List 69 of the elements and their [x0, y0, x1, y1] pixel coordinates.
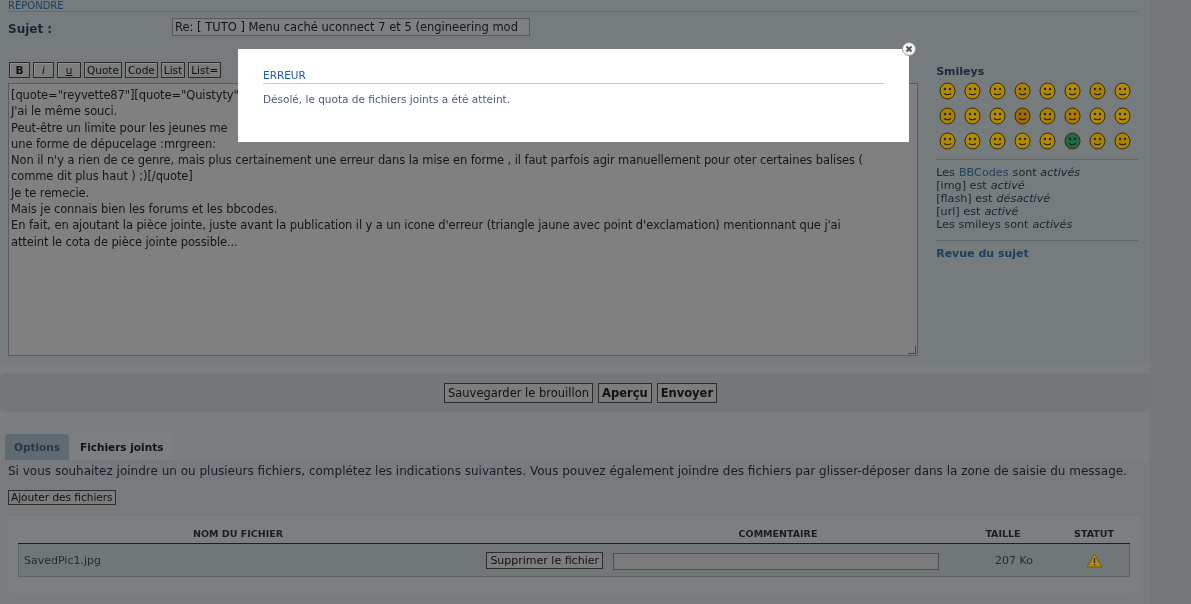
- info-text: [flash] est désactivé: [936, 192, 1052, 205]
- resize-grip-icon[interactable]: [908, 346, 917, 354]
- format-button[interactable]: B: [9, 62, 30, 78]
- dialog-message: Désolé, le quota de fichiers joints a été atteint.: [263, 93, 511, 105]
- message-line: Non il n'y a rien de ce genre, mais plus certainement une erreur dans la mise en forme , il faut parfois agir manuellement pour oter certaines balises (: [11, 152, 863, 169]
- info-text: sont activés: [1012, 166, 1081, 179]
- delete-file-button[interactable]: Supprimer le fichier: [486, 551, 603, 569]
- topic-review-link[interactable]: Revue du sujet: [936, 247, 1138, 260]
- format-button[interactable]: List: [160, 62, 186, 78]
- add-files-button[interactable]: Ajouter des fichiers: [8, 490, 116, 505]
- format-button[interactable]: Code: [124, 62, 158, 78]
- message-line: J'ai le même souci.: [11, 103, 118, 120]
- message-line: Peut-être un limite pour les jeunes me: [11, 119, 228, 136]
- format-button[interactable]: List=: [188, 62, 222, 78]
- format-button[interactable]: Quote: [84, 62, 122, 78]
- smiley-icon[interactable]: [1089, 132, 1107, 150]
- message-line: Mais je connais bien les forums et les bbcodes.: [11, 201, 278, 218]
- smiley-icon[interactable]: [939, 132, 957, 150]
- smiley-icon[interactable]: [939, 82, 957, 100]
- column-header: COMMENTAIRE: [737, 528, 819, 539]
- column-header: TAILLE: [984, 528, 1022, 539]
- smiley-icon[interactable]: [1114, 132, 1132, 150]
- smiley-icon[interactable]: [1114, 107, 1132, 125]
- format-button[interactable]: i: [33, 62, 54, 78]
- smileys-heading: Smileys: [936, 65, 986, 78]
- action-button[interactable]: Aperçu: [598, 382, 652, 403]
- subject-label: Sujet :: [8, 22, 54, 36]
- smiley-icon[interactable]: [939, 107, 957, 125]
- message-line: comme dit plus haut ) ;)[/quote]: [11, 168, 193, 185]
- smiley-icon[interactable]: [1114, 82, 1132, 100]
- info-text: Les: [936, 166, 955, 179]
- attachments-intro: Si vous souhaitez joindre un ou plusieurs fichiers, complétez les indications suivantes. Vous pouvez également joindre des fichiers par glisser-déposer dans la zone de saisie du message.: [8, 464, 1128, 478]
- smiley-icon[interactable]: [964, 107, 982, 125]
- message-line: atteint le cota de pièce jointe possible...: [11, 233, 238, 250]
- dialog-title: ERREUR: [263, 69, 884, 84]
- section-title: RÉPONDRE: [8, 0, 64, 12]
- smiley-icon[interactable]: [1064, 82, 1082, 100]
- file-name: SavedPic1.jpg: [23, 553, 102, 567]
- smiley-icon[interactable]: [1039, 107, 1057, 125]
- smiley-icon[interactable]: [1089, 107, 1107, 125]
- info-text: [url] est activé: [936, 205, 1020, 218]
- column-header: NOM DU FICHIER: [192, 528, 284, 539]
- smiley-icon[interactable]: [1039, 82, 1057, 100]
- smiley-icon[interactable]: [989, 82, 1007, 100]
- smiley-icon[interactable]: [964, 132, 982, 150]
- file-size: 207 Ko: [994, 553, 1034, 567]
- smiley-icon[interactable]: [1014, 107, 1032, 125]
- smiley-icon[interactable]: [1014, 82, 1032, 100]
- column-header: STATUT: [1073, 528, 1115, 539]
- message-line: une forme de dépucelage :mrgreen:: [11, 135, 216, 153]
- comment-field[interactable]: [613, 552, 939, 570]
- action-button[interactable]: Envoyer: [656, 382, 718, 403]
- smiley-icon[interactable]: [1064, 132, 1082, 150]
- info-text: [img] est activé: [936, 179, 1026, 192]
- message-line: En fait, en ajoutant la pièce jointe, juste avant la publication il y a un icone d'erreur (triangle jaune avec point d'exclamation) mentionnant que j'ai: [11, 217, 841, 234]
- smiley-icon[interactable]: [1039, 132, 1057, 150]
- smiley-icon[interactable]: [1014, 132, 1032, 150]
- smiley-icon[interactable]: [1089, 82, 1107, 100]
- message-line: Je te remecie.: [11, 184, 90, 202]
- smiley-icon[interactable]: [1064, 107, 1082, 125]
- action-button[interactable]: Sauvegarder le brouillon: [443, 382, 594, 403]
- smiley-icon[interactable]: [989, 132, 1007, 150]
- info-text: Les smileys sont activés: [936, 218, 1074, 231]
- bbcodes-link[interactable]: BBCodes: [958, 166, 1009, 179]
- subject-field[interactable]: Re: [ TUTO ] Menu caché uconnect 7 et 5 (engineering mod: [172, 18, 530, 36]
- smiley-icon[interactable]: [989, 107, 1007, 125]
- format-button[interactable]: u: [57, 62, 81, 78]
- smiley-icon[interactable]: [964, 82, 982, 100]
- message-line: [quote="reyvette87"][quote="Quistyty": [11, 87, 239, 104]
